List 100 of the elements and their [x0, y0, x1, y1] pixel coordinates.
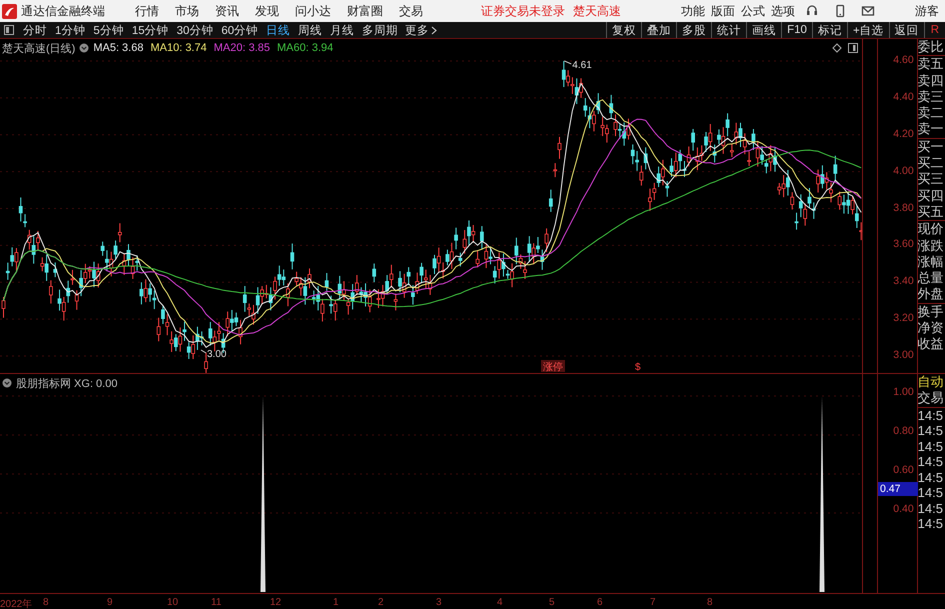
quote-label: 卖五 [918, 56, 945, 73]
indicator-title: 股朋指标网 XG: 0.00 [16, 376, 118, 390]
period-tab[interactable]: 30分钟 [176, 22, 214, 38]
period-tab[interactable]: 60分钟 [221, 22, 258, 38]
toolbar-button[interactable]: 多股 [676, 22, 712, 38]
trade-time: 14:5 [918, 500, 944, 516]
user-label[interactable]: 游客 [915, 2, 939, 20]
price-axis-label: 4.40 [893, 90, 914, 103]
quote-label: 现价 [918, 221, 945, 238]
quote-label: 总量 [918, 270, 945, 286]
menu-item[interactable]: 行情 [135, 2, 159, 20]
period-tab[interactable]: 15分钟 [132, 22, 169, 38]
quote-label: 卖三 [918, 88, 945, 106]
menu-item[interactable]: 资讯 [215, 2, 239, 20]
event-marker: $ [635, 362, 641, 373]
price-axis-label: 3.40 [893, 275, 914, 288]
menu-item[interactable]: 问小达 [295, 2, 331, 20]
quote-label: 买二 [918, 155, 945, 172]
date-axis-label: 2 [378, 597, 384, 608]
quote-label: 买四 [918, 188, 945, 204]
price-axis-label: 3.20 [893, 312, 914, 324]
quote-label: 涨跌 [918, 238, 945, 254]
price-axis-label: 3.80 [893, 202, 914, 214]
date-axis-label: 7 [650, 597, 656, 608]
toolbar-button[interactable]: 叠加 [641, 22, 676, 38]
price-axis-label: 4.60 [893, 54, 914, 66]
date-axis-label: 8 [707, 597, 713, 608]
trade-time: 14:5 [918, 408, 944, 424]
quote-label: 卖二 [918, 105, 945, 122]
trade-time: 14:5 [918, 423, 944, 439]
price-axis-label: 3.60 [893, 238, 914, 250]
price-axis-label: 4.00 [893, 164, 914, 177]
trade-time: 14:5 [918, 454, 944, 470]
quote-label: 涨幅 [918, 254, 945, 270]
date-axis-label: 2022年 [0, 598, 32, 609]
toolbar-button[interactable]: 标记 [812, 22, 847, 38]
quote-label: 卖一 [918, 121, 945, 138]
period-tab[interactable]: 分时 [23, 22, 47, 38]
toolbar-button[interactable]: 画线 [746, 22, 782, 38]
period-tab[interactable]: 5分钟 [93, 22, 124, 38]
indicator-axis-label: 0.60 [893, 464, 914, 476]
trade-time: 14:5 [918, 470, 944, 486]
quote-label: 买三 [918, 171, 945, 188]
toolbar-button[interactable]: F10 [781, 22, 812, 38]
limit-up-tag: 涨停 [541, 360, 565, 373]
quote-label: 买一 [918, 138, 945, 156]
chart-title: 楚天高速(日线) [2, 42, 76, 56]
trade-time: 14:5 [918, 485, 944, 501]
date-axis-label: 1 [333, 597, 339, 608]
price-axis-label: 4.20 [893, 128, 914, 140]
quote-label: 净资 [918, 320, 945, 336]
toolbar-button[interactable]: +自选 [846, 22, 889, 38]
toolbar-button[interactable]: 返回 [888, 22, 924, 38]
price-axis-label: 3.00 [893, 349, 914, 362]
more-periods-button[interactable]: 更多 [405, 22, 438, 38]
period-tab[interactable]: 多周期 [362, 22, 398, 38]
date-axis-label: 8 [43, 597, 49, 608]
indicator-axis-label: 0.80 [893, 425, 914, 437]
quote-label: 收益 [918, 336, 945, 353]
quote-label: 卖四 [918, 72, 945, 89]
toolbar-button[interactable]: 复权 [606, 22, 642, 38]
period-tab[interactable]: 日线 [266, 22, 290, 38]
menu-item[interactable]: 交易 [399, 2, 423, 20]
date-axis-label: 12 [270, 597, 282, 608]
notice-link[interactable]: 证券交易未登录 [481, 2, 565, 20]
period-tab[interactable]: 1分钟 [55, 22, 86, 38]
moving-average-label: MA10: 3.74 [150, 42, 207, 54]
tool-menu-item[interactable]: 公式 [741, 2, 765, 20]
quote-label: 换手 [918, 304, 945, 320]
indicator-axis-label: 0.40 [893, 503, 914, 515]
indicator-axis-label: 1.00 [893, 386, 914, 398]
date-axis-label: 6 [597, 597, 603, 608]
menu-item[interactable]: 财富圈 [347, 2, 383, 20]
moving-average-label: MA20: 3.85 [214, 42, 270, 54]
trade-time: 14:5 [918, 516, 944, 532]
tool-menu-item[interactable]: 功能 [681, 2, 705, 20]
app-title: 通达信金融终端 [21, 2, 105, 20]
trade-time: 14:5 [918, 438, 944, 454]
cursor-value-label: 0.47 [878, 482, 918, 496]
moving-average-label: MA5: 3.68 [93, 42, 144, 54]
date-axis-label: 5 [549, 597, 555, 608]
date-axis-label: 4 [497, 597, 503, 608]
quote-label: 买五 [918, 204, 945, 220]
moving-average-label: MA60: 3.94 [277, 42, 334, 54]
menu-item[interactable]: 市场 [175, 2, 199, 20]
corner-button[interactable]: R [924, 22, 945, 38]
tool-menu-item[interactable]: 版面 [711, 2, 735, 20]
date-axis-label: 3 [436, 597, 442, 608]
period-tab[interactable]: 周线 [298, 22, 322, 38]
toolbar-button[interactable]: 统计 [711, 22, 746, 38]
menu-item[interactable]: 发现 [255, 2, 279, 20]
trade-label: 自动 [918, 374, 945, 390]
trade-label: 交易 [918, 390, 945, 407]
tool-menu-item[interactable]: 选项 [771, 2, 795, 20]
notice-link[interactable]: 楚天高速 [573, 2, 621, 20]
date-axis-label: 10 [167, 597, 178, 608]
high-price-label: 4.61 [572, 60, 592, 71]
quote-label: 外盘 [918, 286, 945, 303]
period-tab[interactable]: 月线 [330, 22, 354, 38]
date-axis-label: 9 [107, 597, 113, 608]
